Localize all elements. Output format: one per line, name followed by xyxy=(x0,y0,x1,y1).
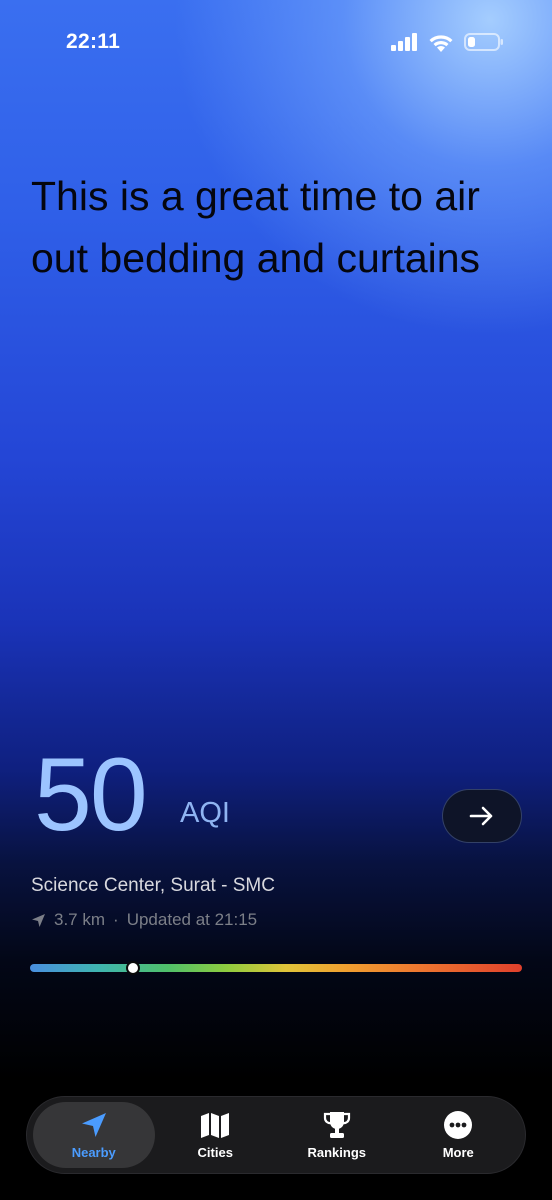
wifi-icon xyxy=(429,34,453,52)
map-icon xyxy=(199,1110,231,1140)
tab-more-label: More xyxy=(442,1145,474,1160)
tab-nearby-label: Nearby xyxy=(71,1145,116,1160)
more-icon xyxy=(443,1110,473,1140)
tab-nearby[interactable]: Nearby xyxy=(33,1102,155,1168)
station-name: Science Center, Surat - SMC xyxy=(31,875,275,896)
battery-icon xyxy=(464,33,503,51)
air-quality-advice-headline: This is a great time to air out bedding … xyxy=(31,173,481,281)
location-arrow-icon xyxy=(32,913,45,927)
meta-separator: · xyxy=(113,910,119,929)
aqi-scale-marker xyxy=(125,961,140,975)
aqi-scale-bar xyxy=(30,961,522,975)
status-bar: 22:11 xyxy=(0,0,552,84)
trophy-icon xyxy=(322,1110,352,1140)
status-time: 22:11 xyxy=(66,30,121,53)
status-icons xyxy=(391,32,504,52)
updated-time: Updated at 21:15 xyxy=(126,910,258,929)
aqi-value: 50 xyxy=(34,737,148,853)
cellular-signal-icon xyxy=(391,33,417,51)
tab-more[interactable]: More xyxy=(398,1102,520,1168)
tab-cities[interactable]: Cities xyxy=(155,1102,277,1168)
tab-cities-label: Cities xyxy=(197,1145,233,1160)
aqi-unit-label: AQI xyxy=(180,797,230,829)
location-arrow-icon xyxy=(79,1110,109,1140)
tab-rankings[interactable]: Rankings xyxy=(276,1102,398,1168)
arrow-right-icon xyxy=(469,806,493,826)
tab-rankings-label: Rankings xyxy=(307,1145,366,1160)
details-arrow-button[interactable] xyxy=(442,789,522,843)
station-distance: 3.7 km xyxy=(54,910,106,929)
station-meta: 3.7 km · Updated at 21:15 xyxy=(31,910,257,930)
bottom-tab-bar: Nearby Cities Rankings More xyxy=(26,1096,526,1174)
